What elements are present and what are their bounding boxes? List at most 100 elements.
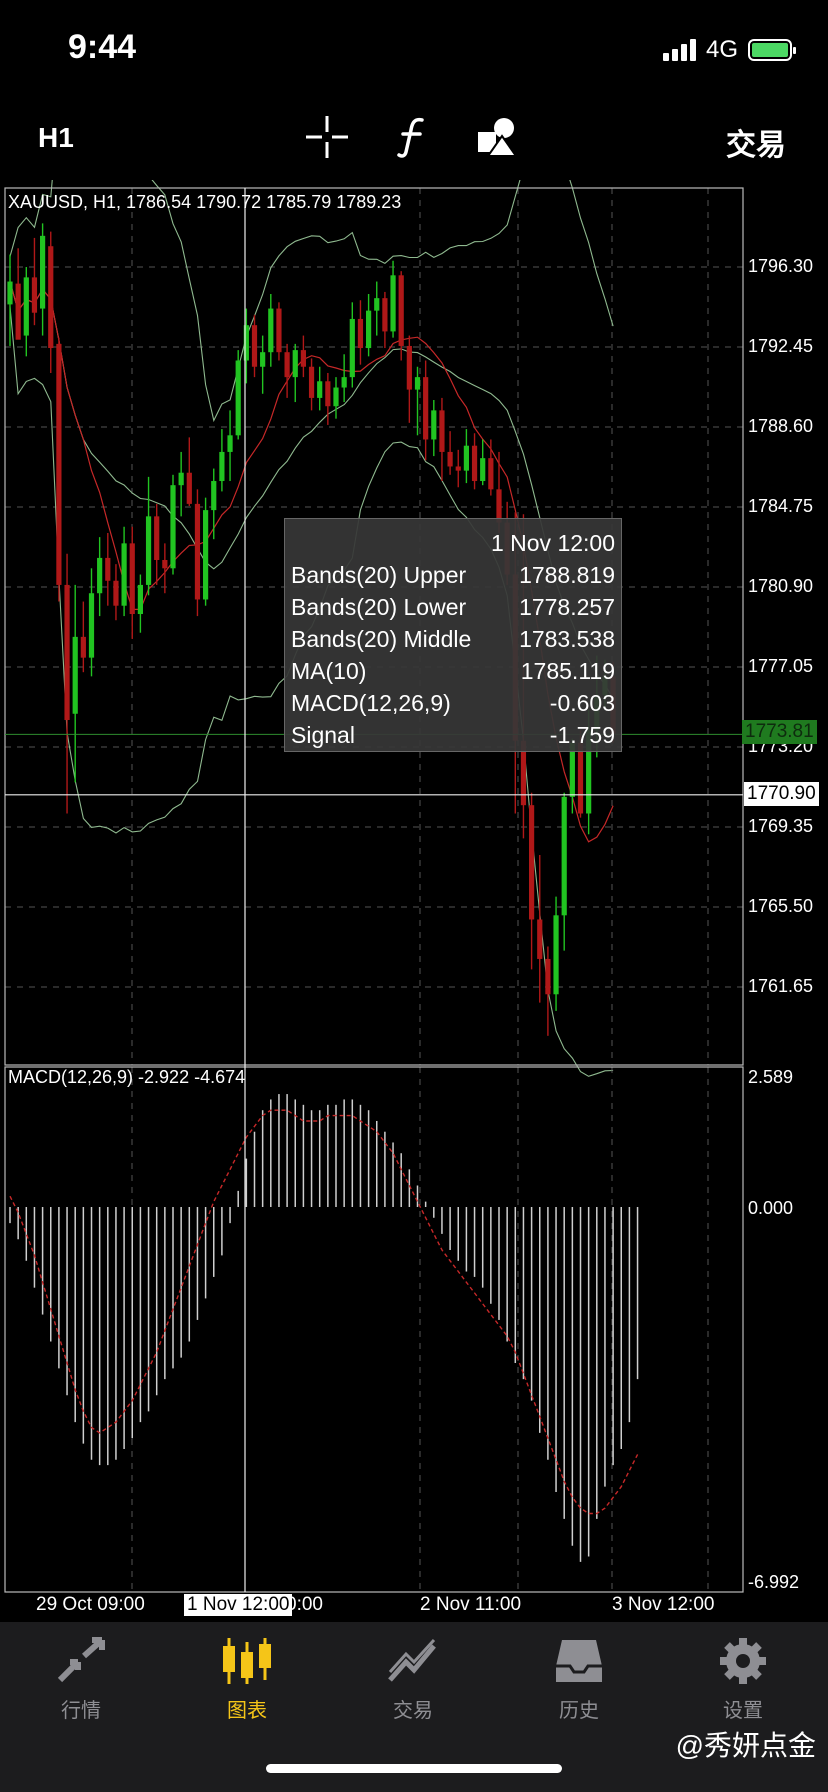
home-indicator <box>266 1764 562 1773</box>
candle-body <box>471 445 478 482</box>
tooltip-time: 1 Nov 12:00 <box>291 527 615 559</box>
nav-quotes[interactable]: 行情 <box>26 1636 136 1723</box>
tooltip-row: Bands(20) Lower 1778.257 <box>291 591 615 623</box>
candle-body <box>398 275 404 346</box>
macd-bottom-label: -6.992 <box>748 1572 800 1592</box>
candle-body <box>284 352 290 378</box>
macd-zero-label: 0.000 <box>748 1198 794 1218</box>
main-chart[interactable] <box>0 180 828 1610</box>
tooltip-row: MACD(12,26,9) -0.603 <box>291 687 615 719</box>
x-axis-label: 2 Nov 11:00 <box>420 1594 522 1615</box>
tooltip-label: Bands(20) Lower <box>291 594 467 620</box>
tooltip-value: 1783.538 <box>519 626 615 652</box>
candle-body <box>129 543 135 615</box>
candle-body <box>105 557 111 581</box>
nav-history[interactable]: 历史 <box>524 1636 634 1723</box>
signal-icon <box>662 39 696 61</box>
candle-body <box>406 345 412 390</box>
candle-body <box>31 277 38 313</box>
macd-signal-line <box>9 1109 639 1515</box>
candle-body <box>300 350 306 367</box>
candle-body <box>463 445 469 471</box>
tooltip-row: Signal -1.759 <box>291 719 615 751</box>
battery-icon <box>748 39 796 61</box>
candle-body <box>366 310 372 349</box>
candle-body <box>15 283 21 340</box>
tooltip-value: 1778.257 <box>519 594 615 620</box>
candle-body <box>23 277 29 336</box>
candle-body <box>325 381 331 407</box>
tooltip-time-value: 1 Nov 12:00 <box>490 530 615 556</box>
candle-body <box>455 466 461 471</box>
candle-body <box>480 458 486 482</box>
candle-body <box>292 350 298 378</box>
inbox-icon <box>556 1640 602 1682</box>
candle-body <box>186 472 192 504</box>
status-time: 9:44 <box>68 28 137 66</box>
trade-button[interactable]: 交易 <box>726 120 786 164</box>
candle-body <box>211 481 217 511</box>
tooltip-row: MA(10) 1785.119 <box>291 655 615 687</box>
candle-body <box>72 636 78 714</box>
price-axis-label: 1784.75 <box>748 496 814 516</box>
candle-body <box>308 366 315 398</box>
price-axis-label: 1788.60 <box>748 416 814 436</box>
candle-body <box>374 298 380 311</box>
candle-body <box>251 325 258 367</box>
nav-label: 设置 <box>723 1700 763 1722</box>
tooltip-row: Bands(20) Middle 1783.538 <box>291 623 615 655</box>
candle-body <box>537 919 543 959</box>
x-axis-label: 29 Oct 09:00 <box>36 1594 145 1615</box>
tooltip-value: 1785.119 <box>520 658 615 684</box>
main-chart-title: XAUUSD, H1, 1786.54 1790.72 1785.79 1789… <box>8 192 402 212</box>
candle-body <box>561 796 567 916</box>
candles-icon <box>223 1638 271 1684</box>
candle-body <box>488 458 494 490</box>
crosshair-icon[interactable] <box>304 114 350 160</box>
candle-body <box>349 318 355 378</box>
arrows-icon <box>57 1637 105 1683</box>
candle-body <box>553 915 559 995</box>
candle-body <box>56 343 62 585</box>
candle-body <box>178 472 184 486</box>
tooltip-label: Signal <box>291 722 355 748</box>
timeframe-button[interactable]: H1 <box>38 122 74 154</box>
candle-body <box>414 377 421 390</box>
tooltip-label: Bands(20) Upper <box>291 562 467 588</box>
candle-body <box>333 387 339 407</box>
candle-body <box>80 636 86 658</box>
candle-body <box>447 451 453 467</box>
current-price-label: 1773.81 <box>742 720 817 744</box>
nav-chart[interactable]: 图表 <box>192 1636 302 1723</box>
price-axis-label: 1761.65 <box>748 976 814 996</box>
candle-body <box>48 246 54 349</box>
candle-body <box>235 360 241 436</box>
candle-body <box>357 318 364 349</box>
tooltip-label: MA(10) <box>291 658 367 684</box>
candle-body <box>276 308 282 353</box>
price-axis-label: 1769.35 <box>748 816 814 836</box>
candle-body <box>423 377 429 440</box>
candle-body <box>219 451 225 482</box>
data-window-tooltip: 1 Nov 12:00 Bands(20) Upper 1788.819 Band… <box>284 518 622 752</box>
candle-body <box>260 352 266 367</box>
candle-body <box>439 410 445 452</box>
price-axis-label: 1792.45 <box>748 336 814 356</box>
candle-body <box>145 516 152 585</box>
tooltip-row: Bands(20) Upper 1788.819 <box>291 559 615 591</box>
candle-body <box>64 584 70 720</box>
tooltip-label: Bands(20) Middle <box>291 626 472 652</box>
candle-body <box>382 298 388 332</box>
nav-settings[interactable]: 设置 <box>688 1636 798 1723</box>
nav-trade[interactable]: 交易 <box>358 1636 468 1723</box>
function-icon[interactable] <box>390 114 436 160</box>
price-axis-label: 1777.05 <box>748 656 814 676</box>
objects-icon[interactable] <box>476 114 522 160</box>
candle-body <box>7 281 13 305</box>
macd-histogram <box>9 1094 639 1562</box>
tooltip-value: 1788.819 <box>519 562 615 588</box>
candle-body <box>577 742 584 814</box>
signal-line <box>9 1109 639 1515</box>
cursor-price-label: 1770.90 <box>744 782 819 806</box>
candle-body <box>40 235 46 309</box>
